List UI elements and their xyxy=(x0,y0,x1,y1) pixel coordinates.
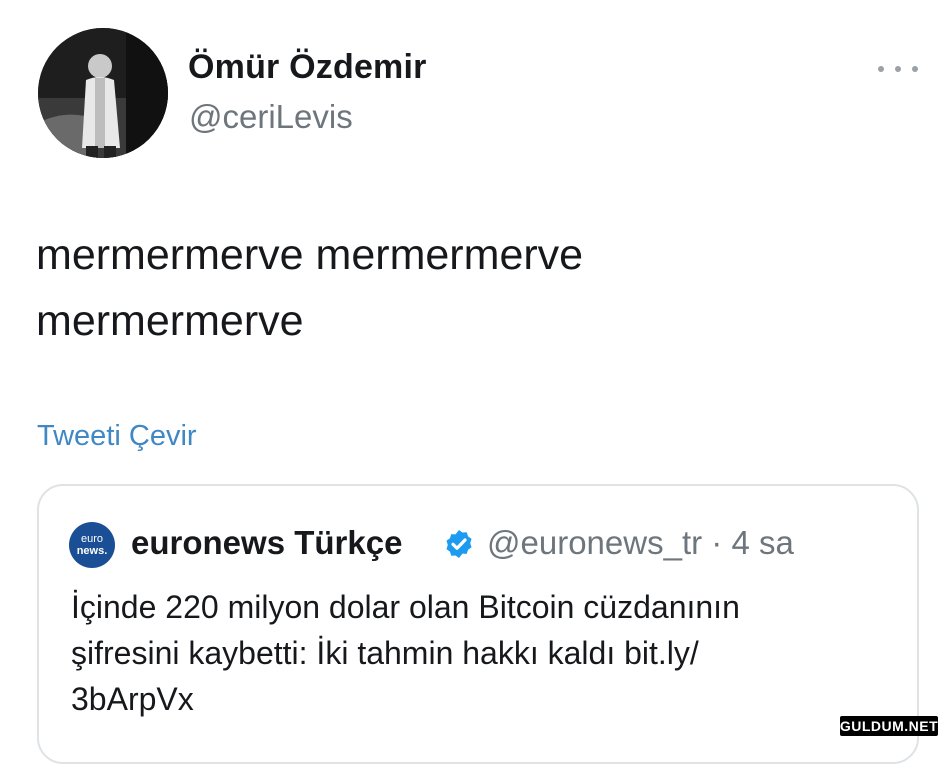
quoted-author-handle[interactable]: @euronews_tr xyxy=(487,524,702,561)
tweet-text-line: mermermerve mermermerve xyxy=(36,231,584,279)
author-display-name[interactable]: Ömür Özdemir xyxy=(188,48,427,87)
quoted-author-name[interactable]: euronews Türkçe xyxy=(131,524,402,562)
quoted-tweet-time[interactable]: 4 sa xyxy=(731,524,793,561)
quoted-tweet-meta: @euronews_tr · 4 sa xyxy=(487,524,794,562)
verified-badge-icon xyxy=(446,530,472,558)
quoted-tweet-text: İçinde 220 milyon dolar olan Bitcoin cüz… xyxy=(71,584,901,722)
quoted-text-line: 3bArpVx xyxy=(71,681,194,717)
quoted-text-line: şifresini kaybetti: İki tahmin hakkı kal… xyxy=(71,635,699,671)
more-dot xyxy=(878,66,884,72)
avatar-logo-line: news. xyxy=(76,545,108,557)
more-dot xyxy=(895,66,901,72)
author-avatar[interactable] xyxy=(38,28,168,158)
more-icon[interactable] xyxy=(878,60,918,78)
author-handle[interactable]: @ceriLevis xyxy=(189,98,353,136)
quoted-text-line: İçinde 220 milyon dolar olan Bitcoin cüz… xyxy=(71,589,740,625)
quoted-author-avatar[interactable]: euro news. xyxy=(69,522,115,568)
more-dot xyxy=(912,66,918,72)
site-watermark: GULDUM.NET xyxy=(839,716,939,736)
tweet-text: mermermerve mermermerve mermermerve xyxy=(36,222,896,354)
meta-separator: · xyxy=(711,524,723,561)
tweet-text-line: mermermerve xyxy=(36,297,304,345)
quoted-tweet-card[interactable]: euro news. euronews Türkçe @euronews_tr … xyxy=(37,484,919,764)
translate-tweet-link[interactable]: Tweeti Çevir xyxy=(37,420,197,453)
author-avatar-image xyxy=(38,28,168,158)
avatar-logo-line: euro xyxy=(80,533,104,545)
